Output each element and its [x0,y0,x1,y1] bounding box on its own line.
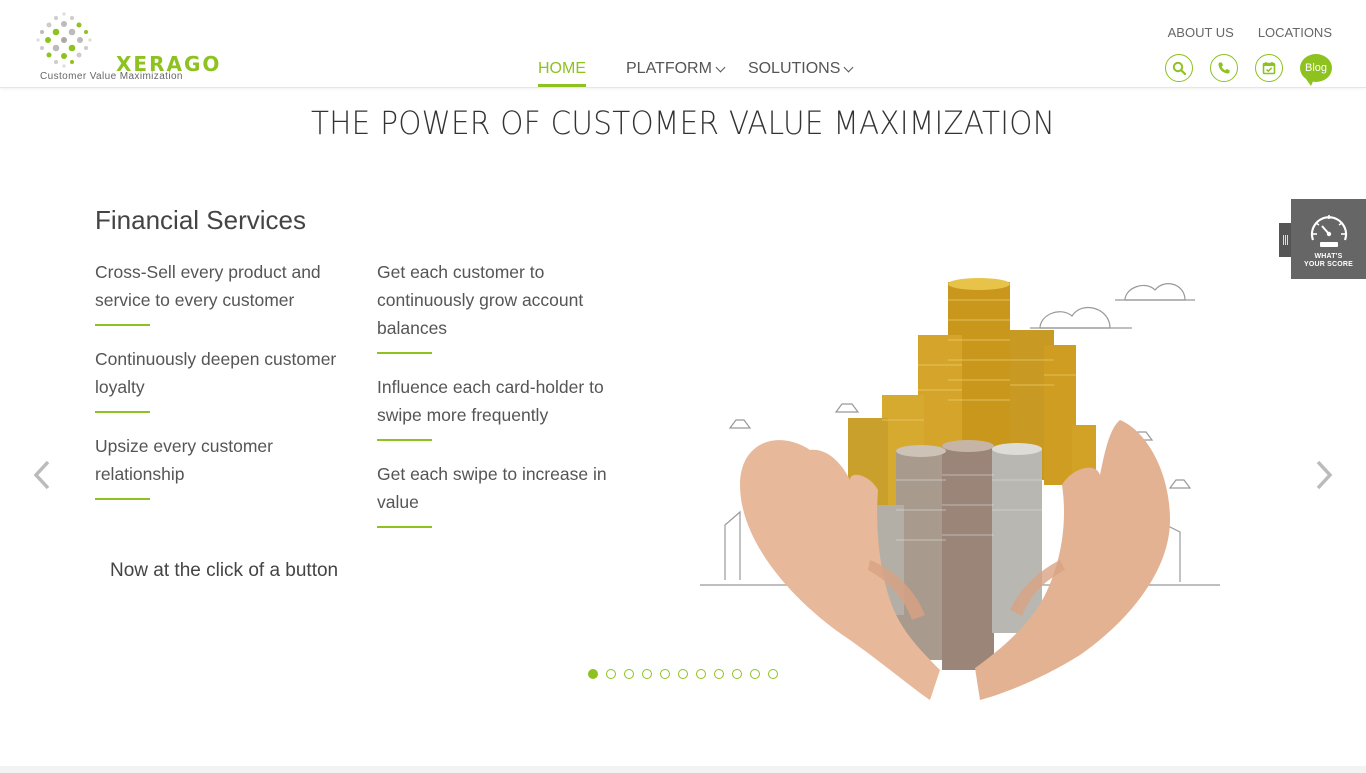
about-us-link[interactable]: ABOUT US [1168,25,1234,40]
phone-icon[interactable] [1210,54,1238,82]
carousel-prev-arrow-icon[interactable] [32,460,52,490]
whats-your-score-widget[interactable]: WHAT'S YOUR SCORE [1291,199,1366,279]
feature-item: Continuously deepen customer loyalty [95,345,345,413]
carousel-dot[interactable] [642,669,652,679]
feature-item: Influence each card-holder to swipe more… [377,373,627,441]
xerago-logo[interactable]: XERAGO Customer Value Maximization [34,10,219,84]
nav-solutions-label: SOLUTIONS [747,60,841,77]
feature-underline [95,324,150,326]
features-right-column: Get each customer to continuously grow a… [377,258,627,547]
nav-home[interactable]: HOME [538,60,586,87]
blog-icon[interactable]: Blog [1300,54,1332,86]
feature-text: Continuously deepen customer loyalty [95,349,337,397]
feature-text: Cross-Sell every product and service to … [95,262,321,310]
carousel-dot[interactable] [678,669,688,679]
blog-label: Blog [1304,62,1328,74]
hero-title: THE POWER OF CUSTOMER VALUE MAXIMIZATION [311,104,1055,142]
carousel-dot[interactable] [588,669,598,679]
carousel-next-arrow-icon[interactable] [1314,460,1334,490]
footer-strip [0,766,1366,773]
carousel-dot[interactable] [750,669,760,679]
search-icon[interactable] [1165,54,1193,82]
feature-item: Cross-Sell every product and service to … [95,258,345,326]
carousel-dot[interactable] [696,669,706,679]
locations-link[interactable]: LOCATIONS [1258,25,1332,40]
feature-underline [95,411,150,413]
nav-platform-label: PLATFORM [626,60,712,77]
nav-platform[interactable]: PLATFORM [626,60,726,86]
chevron-down-icon [843,62,854,72]
logo-globe-icon [36,12,92,68]
feature-text: Get each swipe to increase in value [377,464,607,512]
carousel-dot[interactable] [624,669,634,679]
feature-item: Get each swipe to increase in value [377,460,627,528]
carousel-dot[interactable] [606,669,616,679]
logo-tagline: Customer Value Maximization [40,71,183,82]
carousel-dot[interactable] [660,669,670,679]
feature-underline [95,498,150,500]
carousel-dot[interactable] [768,669,778,679]
header-icon-row: Blog [1165,54,1332,86]
feature-underline [377,352,432,354]
feature-text: Get each customer to continuously grow a… [377,262,584,338]
nav-home-label: HOME [538,60,586,77]
carousel-dot[interactable] [714,669,724,679]
main-nav: HOME PLATFORM SOLUTIONS [538,60,854,87]
nav-solutions[interactable]: SOLUTIONS [747,60,854,86]
score-widget-handle[interactable] [1279,223,1291,257]
feature-underline [377,526,432,528]
carousel-dot[interactable] [732,669,742,679]
calendar-icon[interactable] [1255,54,1283,82]
features-left-column: Cross-Sell every product and service to … [95,258,345,519]
feature-text: Upsize every customer relationship [95,436,273,484]
utility-nav: ABOUT US LOCATIONS [1168,25,1332,40]
speedometer-icon [1310,215,1348,247]
carousel-pagination [588,669,778,679]
site-header: XERAGO Customer Value Maximization ABOUT… [0,0,1366,88]
coins-in-hands-image [700,278,1220,700]
feature-item: Upsize every customer relationship [95,432,345,500]
section-title: Financial Services [95,205,306,235]
feature-item: Get each customer to continuously grow a… [377,258,627,354]
feature-underline [377,439,432,441]
score-line-1: WHAT'S [1314,253,1343,260]
cta-text: Now at the click of a button [110,560,339,581]
score-widget-label: WHAT'S YOUR SCORE [1291,253,1366,269]
chevron-down-icon [715,62,726,72]
feature-text: Influence each card-holder to swipe more… [377,377,604,425]
score-line-2: YOUR SCORE [1303,261,1354,268]
